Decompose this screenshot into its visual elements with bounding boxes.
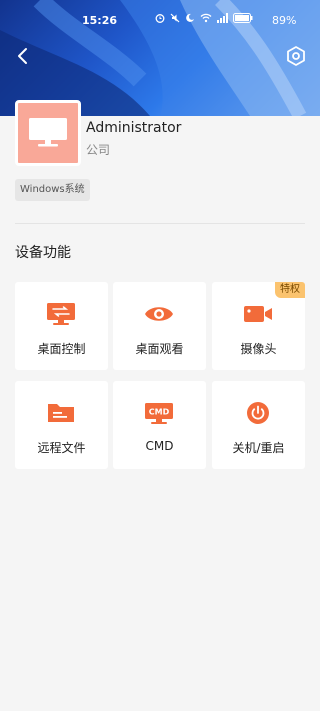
monitor-icon: [29, 118, 67, 147]
tile-desktop-view[interactable]: 桌面观看: [113, 282, 206, 370]
device-avatar: [15, 100, 81, 166]
tile-remote-files[interactable]: 远程文件: [15, 381, 108, 469]
device-group: 公司: [86, 143, 111, 157]
tile-desktop-control[interactable]: 桌面控制: [15, 282, 108, 370]
status-time: 15:26: [82, 14, 118, 27]
status-bar: 15:26 89%: [0, 10, 320, 32]
header-banner: 15:26 89%: [0, 0, 320, 116]
cmd-icon: CMD: [145, 403, 173, 424]
status-icons: [155, 13, 253, 26]
tile-power[interactable]: 关机/重启: [212, 381, 305, 469]
signal-icon: [217, 13, 228, 26]
alarm-icon: [155, 13, 165, 26]
tile-label: 桌面观看: [135, 342, 184, 356]
tile-label: CMD: [145, 439, 174, 453]
os-tag: Windows系统: [15, 179, 90, 201]
tile-cmd[interactable]: CMD CMD: [113, 381, 206, 469]
tile-label: 摄像头: [240, 342, 277, 356]
mute-icon: [170, 13, 180, 26]
battery-icon: [233, 13, 253, 26]
divider: [15, 223, 305, 224]
tile-camera[interactable]: 特权 摄像头: [212, 282, 305, 370]
eye-icon: [145, 307, 173, 321]
dnd-icon: [185, 13, 195, 26]
desktop-control-icon: [47, 303, 75, 325]
battery-percentage: 89%: [272, 14, 297, 27]
privilege-badge: 特权: [275, 282, 305, 298]
tile-label: 远程文件: [37, 441, 86, 455]
back-button[interactable]: [12, 44, 36, 68]
section-title: 设备功能: [15, 245, 71, 261]
device-name: Administrator: [86, 120, 182, 136]
back-icon: [18, 48, 27, 64]
settings-icon: [287, 46, 305, 66]
camera-icon: [244, 306, 272, 322]
settings-button[interactable]: [284, 44, 308, 68]
wifi-icon: [200, 13, 212, 26]
tile-label: 桌面控制: [37, 342, 86, 356]
tile-label: 关机/重启: [232, 441, 285, 455]
svg-text:CMD: CMD: [149, 408, 170, 417]
power-icon: [247, 402, 269, 424]
folder-icon: [48, 404, 74, 422]
